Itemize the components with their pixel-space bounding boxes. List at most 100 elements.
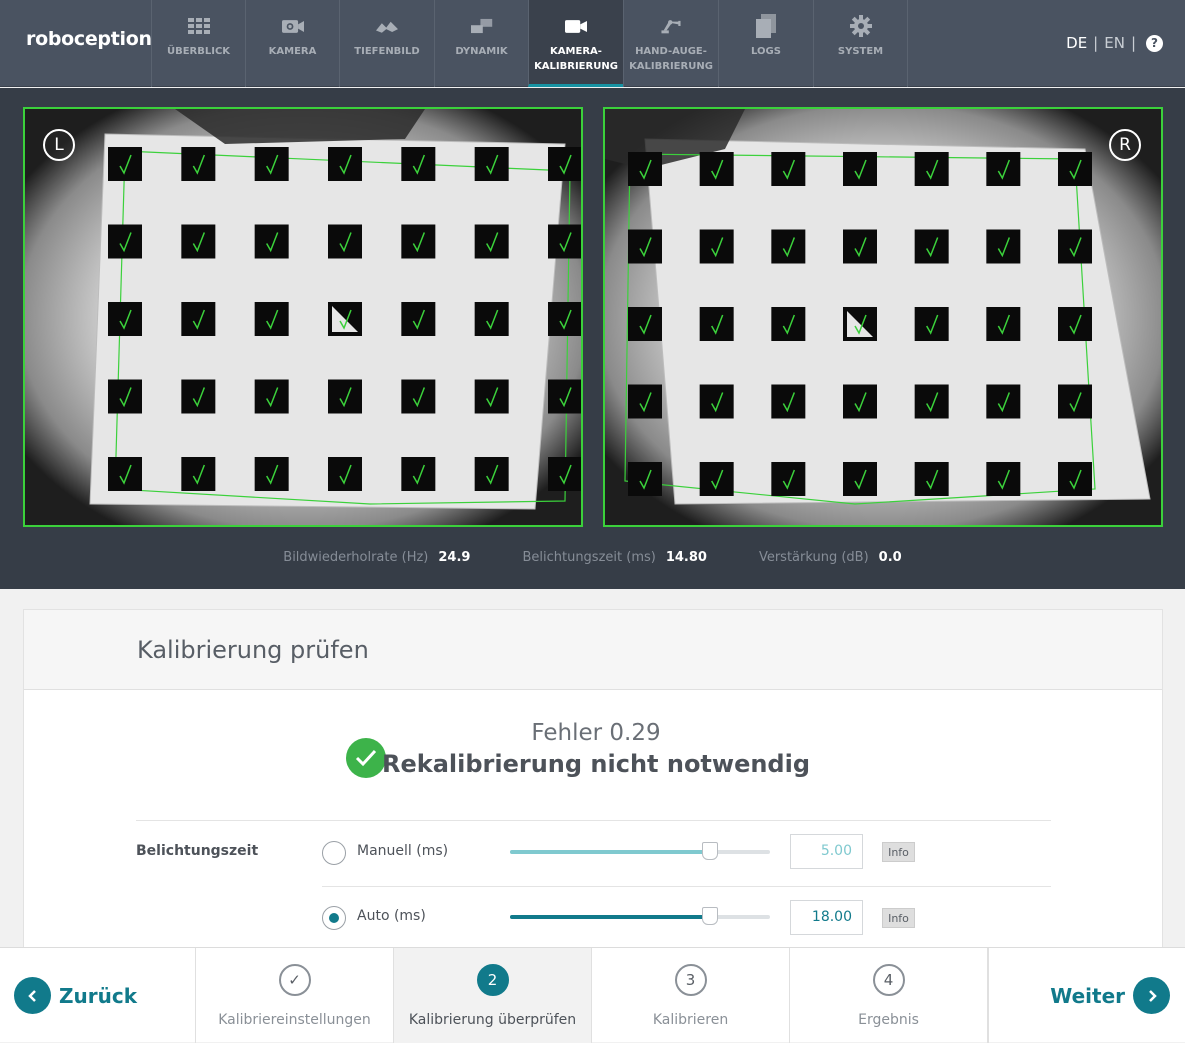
result-message: Rekalibrierung nicht notwendig	[381, 750, 811, 778]
calibration-square	[914, 152, 949, 186]
language-en[interactable]: EN	[1104, 34, 1125, 52]
auto-radio-label[interactable]: Auto (ms)	[357, 908, 426, 924]
step-label: Kalibrierung überprüfen	[408, 1012, 577, 1028]
step-number: 2	[476, 964, 509, 996]
nav-label: DYNAMIK	[455, 46, 508, 57]
manual-radio[interactable]	[322, 841, 346, 865]
auto-exposure-input[interactable]: 18.00	[790, 900, 863, 935]
slider-handle[interactable]	[702, 907, 719, 925]
calibration-square	[628, 152, 662, 186]
stat-value: 14.80	[665, 550, 707, 565]
stat-value: 24.9	[438, 550, 471, 565]
manual-radio-label[interactable]: Manuell (ms)	[357, 843, 448, 859]
nav-label: ÜBERBLICK	[166, 46, 231, 57]
calibration-square	[181, 457, 216, 491]
wizard-step-3[interactable]: 3 Kalibrieren	[592, 948, 790, 1043]
wizard-step-2[interactable]: 2 Kalibrierung überprüfen	[394, 948, 592, 1043]
calibration-square	[328, 457, 362, 491]
calibration-square	[254, 224, 289, 259]
calibration-square	[474, 457, 509, 491]
calibration-square	[843, 384, 877, 419]
calibration-square	[1058, 152, 1092, 186]
manual-info-button[interactable]: Info	[882, 842, 915, 862]
stat-label: Verstärkung (dB)	[758, 550, 869, 565]
robot-arm-icon	[660, 16, 682, 36]
wizard-step-1[interactable]: ✓ Kalibriereinstellungen	[196, 948, 394, 1043]
auto-info-button[interactable]: Info	[882, 908, 915, 928]
left-camera-image: L	[23, 107, 583, 527]
calibration-square	[986, 229, 1021, 264]
slider-fill	[510, 850, 711, 854]
calibration-square	[986, 462, 1021, 496]
calibration-square	[108, 224, 142, 259]
slider-handle[interactable]	[702, 842, 719, 860]
calibration-square	[181, 224, 216, 259]
calibration-square	[699, 462, 734, 496]
calibration-square	[548, 147, 581, 181]
chevron-right-icon	[1133, 977, 1170, 1014]
calibration-square	[108, 457, 142, 491]
step-number: 3	[674, 964, 707, 996]
auto-exposure-slider[interactable]	[510, 907, 770, 925]
nav-item-kamera[interactable]: KAMERA	[245, 0, 339, 87]
camera-stats: Bildwiederholrate (Hz) 24.9 Belichtungsze…	[0, 550, 1185, 565]
nav-label: LOGS	[751, 46, 781, 57]
calibration-square	[254, 457, 289, 491]
back-button[interactable]: Zurück	[0, 948, 196, 1043]
calibration-square	[181, 147, 216, 181]
app-logo[interactable]: roboception	[26, 28, 152, 50]
calibration-check-card: Kalibrierung prüfen Fehler 0.29 Rekalibr…	[23, 609, 1163, 969]
calibration-square	[1058, 307, 1092, 341]
wizard-step-4[interactable]: 4 Ergebnis	[790, 948, 988, 1043]
calibration-square	[699, 152, 734, 186]
calibration-square	[181, 379, 216, 414]
nav-item-hand-auge-kalibrierung[interactable]: HAND-AUGE- KALIBRIERUNG	[623, 0, 718, 87]
calibration-square	[548, 457, 581, 491]
calibration-square	[628, 462, 662, 496]
exposure-row-auto: Auto (ms) 18.00 Info	[322, 886, 1051, 952]
calibration-square	[108, 302, 142, 336]
manual-exposure-input[interactable]: 5.00	[790, 834, 863, 869]
language-separator: |	[1093, 34, 1099, 52]
help-icon[interactable]: ?	[1146, 34, 1163, 52]
depth-icon	[376, 16, 398, 36]
wizard-footer: Zurück ✓ Kalibriereinstellungen 2 Kalibr…	[0, 947, 1185, 1043]
manual-exposure-slider[interactable]	[510, 842, 770, 860]
nav-label: TIEFENBILD	[354, 46, 420, 57]
stat-value: 0.0	[878, 550, 902, 565]
calibration-grid-right	[605, 109, 1161, 525]
step-label: Kalibriereinstellungen	[218, 1012, 371, 1028]
nav-item-kamera-kalibrierung[interactable]: KAMERA- KALIBRIERUNG	[528, 0, 623, 87]
nav-label: HAND-AUGE- KALIBRIERUNG	[629, 46, 713, 72]
calibration-square	[914, 462, 949, 496]
calibration-square	[254, 147, 289, 181]
calibration-square	[628, 384, 662, 419]
chevron-left-icon	[14, 977, 51, 1014]
language-de[interactable]: DE	[1066, 34, 1087, 52]
calibration-square	[628, 307, 662, 341]
calibration-square	[843, 152, 877, 186]
calibration-square	[771, 229, 806, 264]
stat-label: Belichtungszeit (ms)	[522, 550, 656, 565]
nav-item-logs[interactable]: LOGS	[718, 0, 813, 87]
nav-item-ueberblick[interactable]: ÜBERBLICK	[151, 0, 245, 87]
top-navigation-bar: roboception ÜBERBLICK KAMERA TIEFENBILD …	[0, 0, 1185, 87]
calibration-square	[328, 147, 362, 181]
nav-item-dynamik[interactable]: DYNAMIK	[434, 0, 528, 87]
nav-item-system[interactable]: SYSTEM	[813, 0, 908, 87]
nav-item-tiefenbild[interactable]: TIEFENBILD	[339, 0, 434, 87]
left-camera-label: L	[43, 129, 75, 161]
calibration-square	[548, 379, 581, 414]
next-button[interactable]: Weiter	[988, 948, 1184, 1043]
calibration-square	[254, 379, 289, 414]
calibration-square	[986, 307, 1021, 341]
calibration-square	[401, 302, 436, 336]
calibration-grid-left	[25, 109, 581, 525]
stat-exposure: Belichtungszeit (ms) 14.80	[522, 550, 707, 565]
calibration-square	[771, 307, 806, 341]
gear-icon	[849, 15, 872, 37]
stat-gain: Verstärkung (dB) 0.0	[759, 550, 902, 565]
auto-radio[interactable]	[322, 906, 346, 930]
slider-fill	[510, 915, 711, 919]
calibration-square	[1058, 462, 1092, 496]
